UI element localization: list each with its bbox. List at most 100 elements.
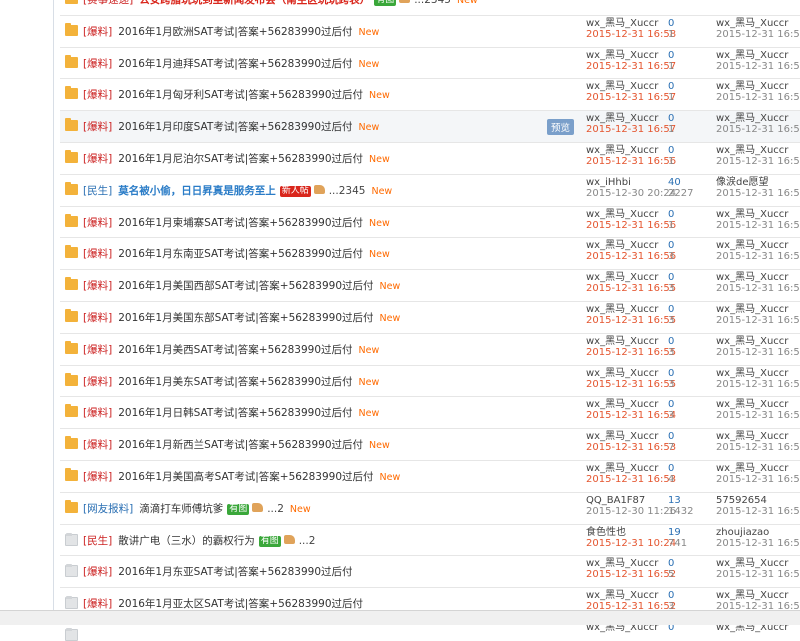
folder-icon[interactable] [65,532,78,546]
thread-subject-link[interactable]: 2016年1月迪拜SAT考试|答案+56283990过后付 [118,58,352,70]
author-name[interactable]: wx_iHhbi [586,177,676,188]
folder-icon[interactable] [65,308,78,322]
folder-icon[interactable] [65,340,78,354]
reply-count[interactable]: 0 [668,399,674,410]
page-link[interactable]: 2 [277,503,284,515]
last-post-user[interactable]: wx_黑马_Xuccr [716,81,800,92]
thread-subject-link[interactable]: 2016年1月美国西部SAT考试|答案+56283990过后付 [118,280,373,292]
reply-count[interactable]: 0 [668,431,674,442]
author-name[interactable]: wx_黑马_Xuccr [586,368,676,379]
reply-count[interactable]: 0 [668,336,674,347]
last-post-user[interactable]: wx_黑马_Xuccr [716,431,800,442]
last-post-user[interactable]: wx_黑马_Xuccr [716,209,800,220]
folder-icon[interactable] [65,627,78,641]
folder-icon[interactable] [65,404,78,418]
last-post-user[interactable]: wx_黑马_Xuccr [716,399,800,410]
author-name[interactable]: wx_黑马_Xuccr [586,272,676,283]
last-post-time[interactable]: 2015-12-31 16:55 [716,283,800,294]
folder-icon[interactable] [65,54,78,68]
thread-subject-link[interactable]: 散讲广电（三水）的霸权行为 [118,535,255,547]
page-link[interactable]: 4 [352,185,359,197]
reply-count[interactable]: 0 [668,50,674,61]
thread-subject-link[interactable]: 2016年1月欧洲SAT考试|答案+56283990过后付 [118,26,352,38]
category-link[interactable]: [爆料] [83,89,112,101]
author-name[interactable]: wx_黑马_Xuccr [586,336,676,347]
folder-icon[interactable] [65,22,78,36]
last-post-user[interactable]: wx_黑马_Xuccr [716,145,800,156]
last-post-user[interactable]: wx_黑马_Xuccr [716,463,800,474]
reply-count[interactable]: 0 [668,209,674,220]
reply-count[interactable]: 0 [668,272,674,283]
author-name[interactable]: wx_黑马_Xuccr [586,304,676,315]
category-link[interactable]: [赛事速递] [83,0,133,6]
last-post-time[interactable]: 2015-12-31 16:55 [716,315,800,326]
category-link[interactable]: [爆料] [83,376,112,388]
thread-subject-link[interactable]: 2016年1月匈牙利SAT考试|答案+56283990过后付 [118,89,363,101]
last-post-time[interactable]: 2015-12-31 16:56 [716,156,800,167]
last-post-user[interactable]: wx_黑马_Xuccr [716,50,800,61]
author-name[interactable]: wx_黑马_Xuccr [586,18,676,29]
category-link[interactable]: [爆料] [83,217,112,229]
thread-subject-link[interactable]: 莫名被小偷，日日昇真是服务至上 [118,185,276,197]
last-post-time[interactable]: 2015-12-31 16:58 [716,29,800,40]
author-name[interactable]: wx_黑马_Xuccr [586,399,676,410]
last-post-time[interactable]: 2015-12-31 16:56 [716,188,800,199]
thread-subject-link[interactable]: 2016年1月新西兰SAT考试|答案+56283990过后付 [118,439,363,451]
folder-icon[interactable] [65,277,78,291]
category-link[interactable]: [爆料] [83,280,112,292]
thread-subject-link[interactable]: 公安跨腊玩玩到坐新闻发布会（南主区玩玩跨表） [139,0,370,6]
author-name[interactable]: 食色性也 [586,527,676,538]
reply-count[interactable]: 0 [668,368,674,379]
last-post-user[interactable]: wx_黑马_Xuccr [716,590,800,601]
thread-subject-link[interactable]: 2016年1月美西SAT考试|答案+56283990过后付 [118,344,352,356]
last-post-time[interactable]: 2015-12-31 16:53 [716,442,800,453]
category-link[interactable]: [爆料] [83,344,112,356]
folder-icon[interactable] [65,499,78,513]
horizontal-scrollbar[interactable] [0,610,800,625]
author-name[interactable]: wx_黑马_Xuccr [586,240,676,251]
category-link[interactable]: [爆料] [83,248,112,260]
last-post-time[interactable]: 2015-12-31 16:53 [716,474,800,485]
last-post-user[interactable]: 像涙de愿望 [716,177,800,188]
category-link[interactable]: [爆料] [83,598,112,610]
category-link[interactable]: [网友报料] [83,503,133,515]
folder-icon[interactable] [65,213,78,227]
folder-icon[interactable] [65,372,78,386]
category-link[interactable]: [爆料] [83,566,112,578]
category-link[interactable]: [爆料] [83,439,112,451]
reply-count[interactable]: 0 [668,145,674,156]
author-name[interactable]: wx_黑马_Xuccr [586,50,676,61]
thread-subject-link[interactable]: 2016年1月美东SAT考试|答案+56283990过后付 [118,376,352,388]
reply-count[interactable]: 0 [668,113,674,124]
folder-icon[interactable] [65,596,78,610]
folder-icon[interactable] [65,436,78,450]
preview-button[interactable]: 预览 [547,119,575,136]
reply-count[interactable]: 0 [668,240,674,251]
author-name[interactable]: wx_黑马_Xuccr [586,463,676,474]
last-post-time[interactable]: 2015-12-31 16:53 [716,538,800,549]
last-post-time[interactable]: 2015-12-31 16:52 [716,569,800,580]
reply-count[interactable]: 0 [668,558,674,569]
thread-subject-link[interactable]: 2016年1月柬埔寨SAT考试|答案+56283990过后付 [118,217,363,229]
last-post-user[interactable]: wx_黑马_Xuccr [716,18,800,29]
folder-icon[interactable] [65,0,78,4]
last-post-time[interactable]: 2015-12-31 16:55 [716,347,800,358]
last-post-time[interactable]: 2015-12-31 16:56 [716,251,800,262]
author-name[interactable]: wx_黑马_Xuccr [586,209,676,220]
last-post-time[interactable]: 2015-12-31 16:57 [716,124,800,135]
reply-count[interactable]: 0 [668,463,674,474]
folder-icon[interactable] [65,149,78,163]
page-link[interactable]: 2 [424,0,431,6]
category-link[interactable]: [爆料] [83,121,112,133]
folder-icon[interactable] [65,86,78,100]
thread-subject-link[interactable]: 2016年1月印度SAT考试|答案+56283990过后付 [118,121,352,133]
reply-count[interactable]: 0 [668,81,674,92]
reply-count[interactable]: 0 [668,18,674,29]
reply-count[interactable]: 19 [668,527,687,538]
thread-subject-link[interactable]: 2016年1月美国高考SAT考试|答案+56283990过后付 [118,471,373,483]
reply-count[interactable]: 40 [668,177,693,188]
folder-icon[interactable] [65,181,78,195]
folder-icon[interactable] [65,245,78,259]
category-link[interactable]: [民生] [83,535,112,547]
category-link[interactable]: [爆料] [83,153,112,165]
